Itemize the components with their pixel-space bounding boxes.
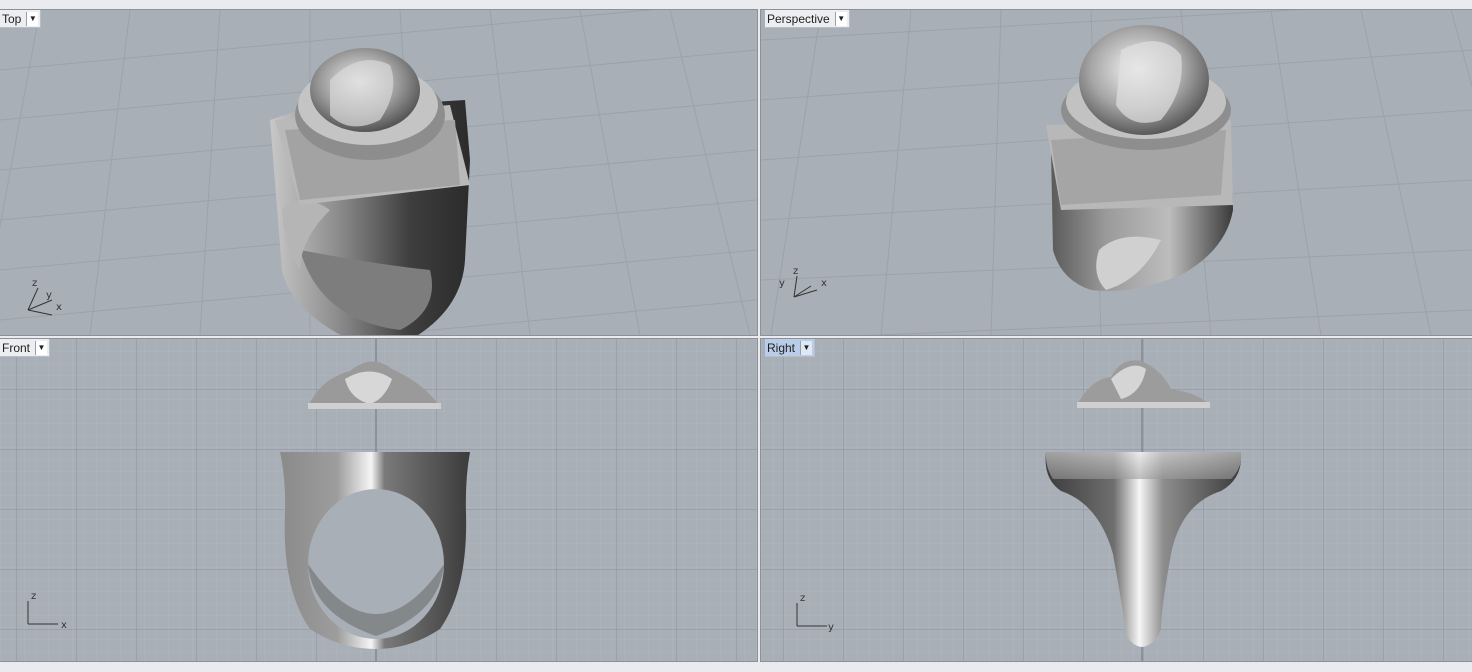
ring-model[interactable] [270,48,470,335]
viewport-title-tab[interactable]: Right ▼ [765,339,816,357]
axis-label-c: x [56,302,62,313]
axis-label-a: z [32,278,37,289]
viewport-menu-dropdown-icon[interactable]: ▼ [834,11,847,26]
axis-label-a: z [793,266,798,277]
ring-model[interactable] [1046,25,1233,291]
axis-label-c: x [821,278,827,289]
axis-label-b: y [779,278,785,289]
viewport-menu-dropdown-icon[interactable]: ▼ [26,11,39,26]
axis-label-a: z [31,591,36,602]
viewport-perspective[interactable]: Perspective ▼ z y x [760,9,1472,336]
viewport-canvas[interactable]: z y [761,339,1472,661]
viewport-title: Front [2,340,31,355]
axis-label-c: x [61,620,67,631]
viewport-menu-dropdown-icon[interactable]: ▼ [800,340,813,355]
viewport-title-tab[interactable]: Top ▼ [0,10,42,28]
viewport-title: Top [2,11,22,26]
viewport-canvas[interactable]: z y x [761,10,1472,335]
axis-label-a: z [800,593,805,604]
axis-widget [793,275,818,298]
axis-label-c: y [828,622,834,633]
viewport-front[interactable]: Front ▼ z x [0,338,758,662]
viewport-top[interactable]: Top ▼ z y x [0,9,758,336]
viewport-canvas[interactable]: z x [0,339,757,661]
viewport-title-tab[interactable]: Front ▼ [0,339,51,357]
axis-label-b: y [46,290,52,301]
viewport-title: Perspective [767,11,830,26]
viewport-right[interactable]: Right ▼ z y [760,338,1472,662]
viewport-title: Right [767,340,796,355]
viewport-menu-dropdown-icon[interactable]: ▼ [35,340,48,355]
viewport-title-tab[interactable]: Perspective ▼ [765,10,850,28]
viewport-canvas[interactable]: z y x [0,10,757,335]
